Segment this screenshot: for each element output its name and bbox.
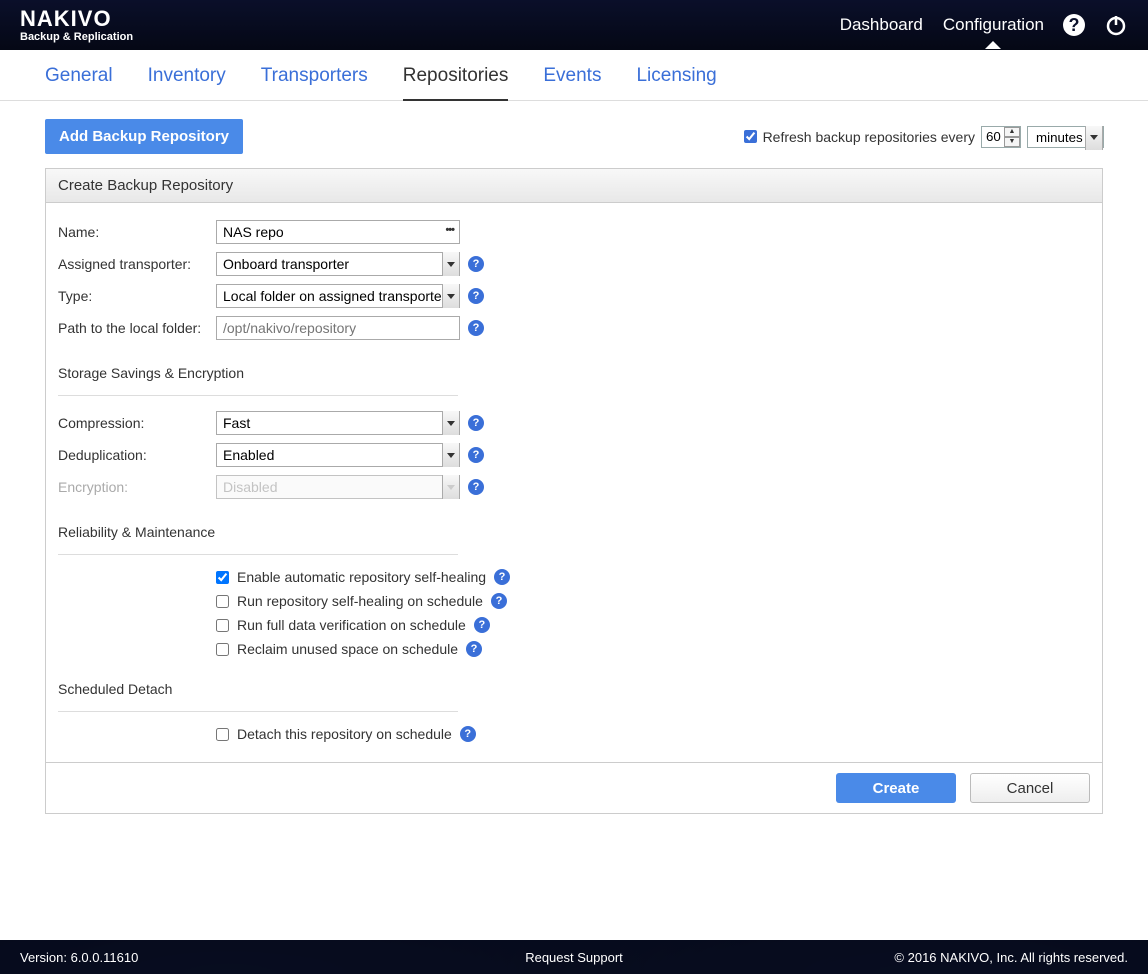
dedup-select[interactable]: Enabled (216, 443, 460, 467)
nav-dashboard[interactable]: Dashboard (840, 15, 923, 35)
selfheal-checkbox[interactable] (216, 571, 229, 584)
create-button[interactable]: Create (836, 773, 956, 803)
dedup-label: Deduplication: (58, 447, 216, 463)
tab-inventory[interactable]: Inventory (148, 65, 226, 99)
type-select[interactable]: Local folder on assigned transporter (216, 284, 460, 308)
tab-transporters[interactable]: Transporters (261, 65, 368, 99)
panel-footer: Create Cancel (46, 762, 1102, 813)
reclaim-checkbox[interactable] (216, 643, 229, 656)
verify-checkbox[interactable] (216, 619, 229, 632)
help-icon[interactable]: ? (468, 288, 484, 304)
help-icon[interactable]: ? (491, 593, 507, 609)
verify-label: Run full data verification on schedule (237, 617, 466, 633)
selfheal-sched-label: Run repository self-healing on schedule (237, 593, 483, 609)
request-support-link[interactable]: Request Support (525, 950, 623, 965)
detach-label: Detach this repository on schedule (237, 726, 452, 742)
selfheal-label: Enable automatic repository self-healing (237, 569, 486, 585)
help-icon[interactable]: ? (468, 256, 484, 272)
help-icon[interactable]: ? (494, 569, 510, 585)
tab-events[interactable]: Events (543, 65, 601, 99)
help-icon[interactable]: ? (468, 320, 484, 336)
help-icon[interactable]: ? (468, 479, 484, 495)
selfheal-sched-checkbox[interactable] (216, 595, 229, 608)
refresh-checkbox[interactable] (744, 130, 757, 143)
transporter-select[interactable]: Onboard transporter (216, 252, 460, 276)
content-area: General Inventory Transporters Repositor… (0, 50, 1148, 940)
help-icon[interactable]: ? (474, 617, 490, 633)
help-icon[interactable]: ? (466, 641, 482, 657)
copyright-text: © 2016 NAKIVO, Inc. All rights reserved. (894, 950, 1128, 965)
refresh-unit-select[interactable]: minutes (1027, 126, 1104, 148)
encryption-label: Encryption: (58, 479, 216, 495)
svg-text:?: ? (1069, 15, 1080, 35)
power-icon[interactable] (1104, 13, 1128, 37)
path-input[interactable] (216, 316, 460, 340)
logo-subtitle: Backup & Replication (20, 32, 133, 43)
name-input[interactable] (216, 220, 460, 244)
reclaim-label: Reclaim unused space on schedule (237, 641, 458, 657)
refresh-label: Refresh backup repositories every (763, 129, 975, 145)
encryption-select: Disabled (216, 475, 460, 499)
help-icon[interactable]: ? (1062, 13, 1086, 37)
create-repo-panel: Create Backup Repository Name: ••• Assig… (45, 168, 1103, 814)
refresh-controls: Refresh backup repositories every ▲▼ min… (744, 126, 1103, 148)
help-icon[interactable]: ? (468, 415, 484, 431)
ellipsis-icon[interactable]: ••• (445, 224, 454, 236)
spinner-icon[interactable]: ▲▼ (1004, 127, 1020, 147)
logo-text: NAKIVO (20, 8, 133, 30)
panel-title: Create Backup Repository (46, 169, 1102, 203)
add-repository-button[interactable]: Add Backup Repository (45, 119, 243, 154)
nav-configuration[interactable]: Configuration (943, 15, 1044, 35)
tab-repositories[interactable]: Repositories (403, 65, 509, 101)
help-icon[interactable]: ? (468, 447, 484, 463)
name-label: Name: (58, 224, 216, 240)
cancel-button[interactable]: Cancel (970, 773, 1090, 803)
logo: NAKIVO Backup & Replication (20, 8, 133, 43)
compression-label: Compression: (58, 415, 216, 431)
path-label: Path to the local folder: (58, 320, 216, 336)
app-header: NAKIVO Backup & Replication Dashboard Co… (0, 0, 1148, 50)
reliability-section-heading: Reliability & Maintenance (58, 524, 458, 540)
topbar: Add Backup Repository Refresh backup rep… (0, 101, 1148, 168)
version-text: Version: 6.0.0.11610 (20, 950, 138, 965)
config-tabs: General Inventory Transporters Repositor… (0, 50, 1148, 101)
storage-section-heading: Storage Savings & Encryption (58, 365, 458, 381)
page-footer: Version: 6.0.0.11610 Request Support © 2… (0, 940, 1148, 974)
tab-licensing[interactable]: Licensing (636, 65, 716, 99)
type-label: Type: (58, 288, 216, 304)
transporter-label: Assigned transporter: (58, 256, 216, 272)
tab-general[interactable]: General (45, 65, 113, 99)
help-icon[interactable]: ? (460, 726, 476, 742)
detach-section-heading: Scheduled Detach (58, 681, 458, 697)
detach-checkbox[interactable] (216, 728, 229, 741)
compression-select[interactable]: Fast (216, 411, 460, 435)
